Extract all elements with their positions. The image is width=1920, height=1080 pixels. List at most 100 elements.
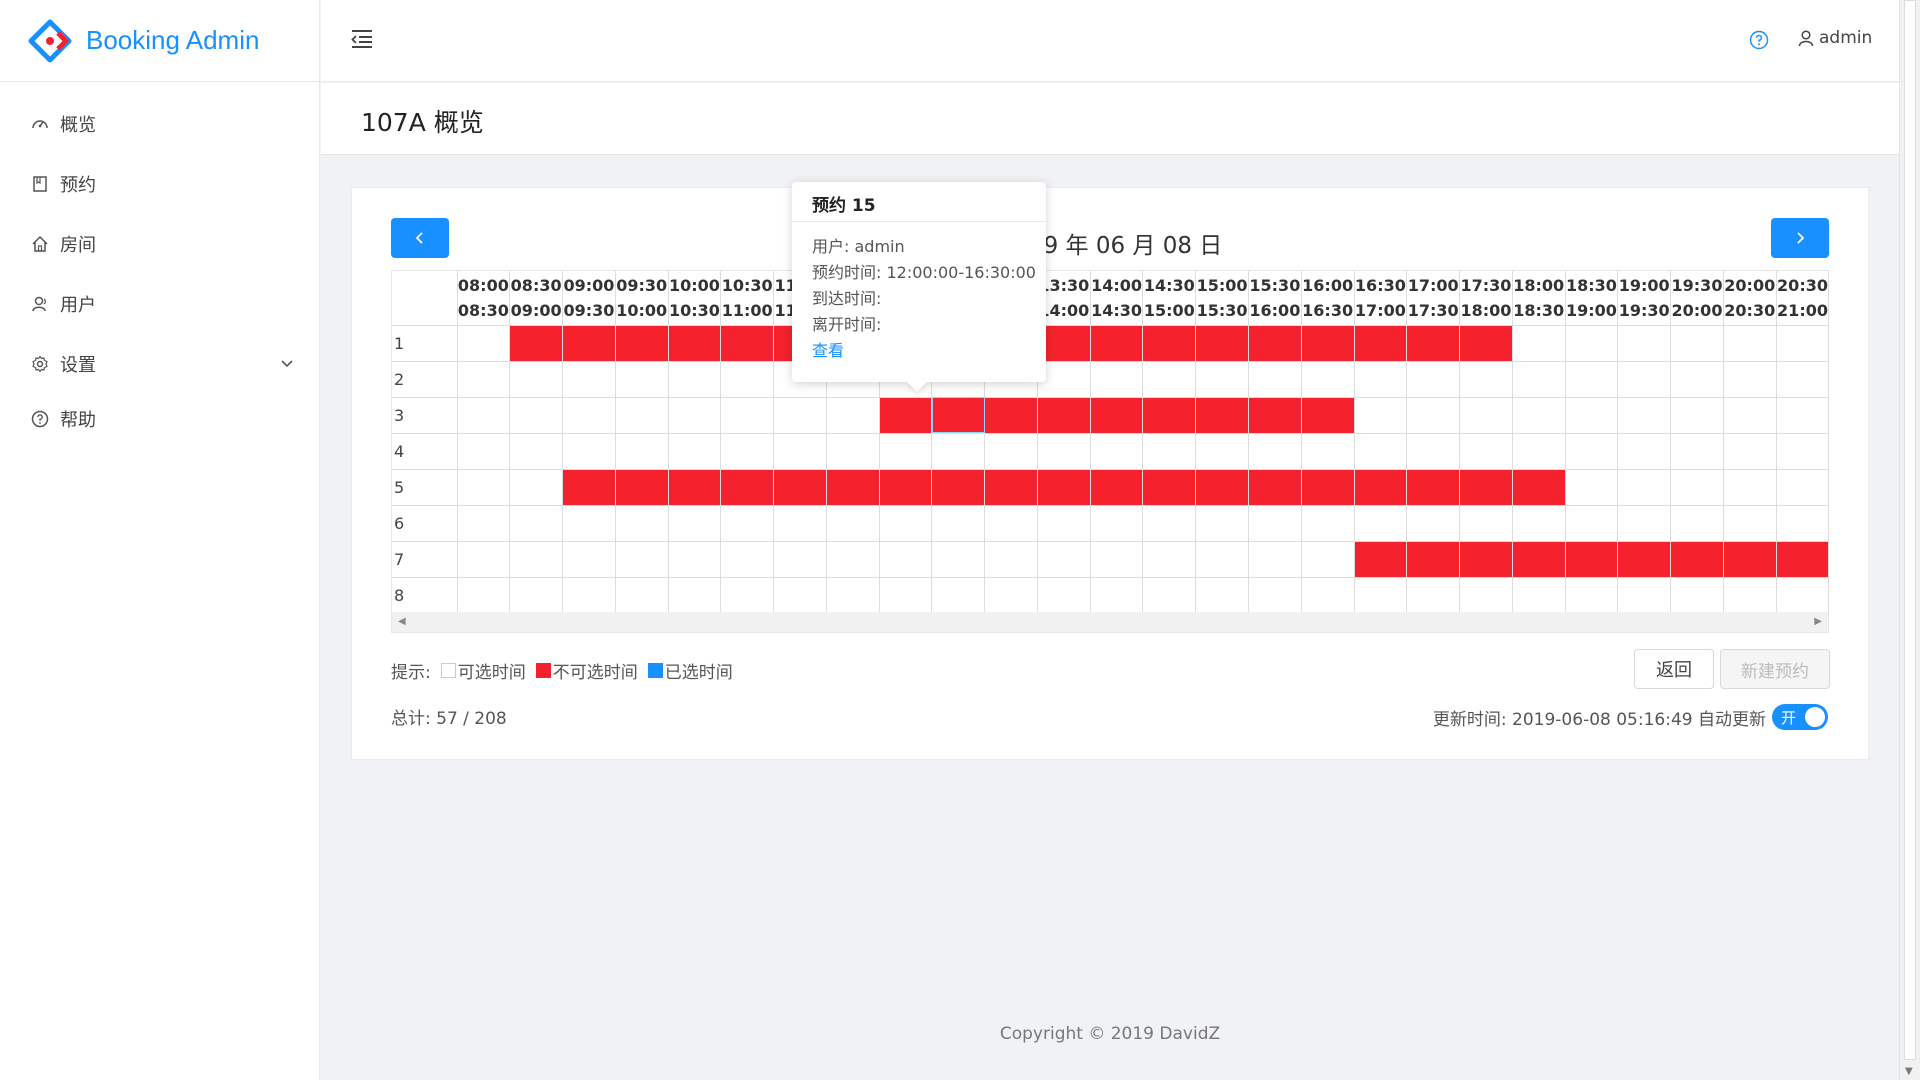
time-cell-free[interactable] [1459, 397, 1513, 434]
time-cell-free[interactable] [1090, 361, 1144, 398]
time-cell-free[interactable] [1617, 325, 1672, 362]
time-cell-busy[interactable] [1565, 541, 1619, 578]
time-cell-free[interactable] [1670, 433, 1724, 470]
time-cell-free[interactable] [457, 505, 511, 542]
time-cell-free[interactable] [1776, 505, 1830, 542]
time-cell-free[interactable] [1301, 433, 1355, 470]
time-cell-free[interactable] [457, 397, 511, 434]
time-cell-free[interactable] [1565, 397, 1619, 434]
time-cell-busy[interactable] [615, 469, 669, 506]
time-cell-busy[interactable] [1195, 469, 1249, 506]
time-cell-free[interactable] [773, 433, 827, 470]
time-cell-free[interactable] [720, 577, 775, 614]
time-cell-free[interactable] [1142, 433, 1197, 470]
time-cell-free[interactable] [1565, 577, 1619, 614]
time-cell-free[interactable] [509, 361, 564, 398]
time-cell-free[interactable] [826, 397, 880, 434]
time-cell-free[interactable] [1723, 433, 1777, 470]
time-cell-free[interactable] [1776, 577, 1830, 614]
time-cell-free[interactable] [457, 469, 511, 506]
sidebar-item-settings[interactable]: 设置 [0, 334, 319, 394]
time-cell-free[interactable] [1512, 361, 1566, 398]
time-cell-free[interactable] [1512, 505, 1566, 542]
time-cell-free[interactable] [1195, 577, 1249, 614]
time-cell-free[interactable] [1459, 433, 1513, 470]
time-cell-free[interactable] [984, 433, 1038, 470]
time-cell-free[interactable] [1037, 541, 1091, 578]
time-cell-free[interactable] [1776, 397, 1830, 434]
time-cell-free[interactable] [1670, 397, 1724, 434]
time-cell-free[interactable] [1037, 433, 1091, 470]
time-cell-free[interactable] [562, 541, 616, 578]
time-cell-free[interactable] [1723, 361, 1777, 398]
time-cell-free[interactable] [1617, 361, 1672, 398]
time-cell-free[interactable] [457, 577, 511, 614]
time-cell-free[interactable] [1354, 433, 1408, 470]
time-cell-free[interactable] [1248, 541, 1302, 578]
time-cell-busy[interactable] [1459, 469, 1513, 506]
time-cell-busy[interactable] [1723, 541, 1777, 578]
time-cell-busy[interactable] [1248, 325, 1302, 362]
time-cell-free[interactable] [562, 505, 616, 542]
time-cell-free[interactable] [1565, 361, 1619, 398]
time-cell-busy[interactable] [1670, 541, 1724, 578]
time-cell-free[interactable] [562, 361, 616, 398]
time-cell-busy[interactable] [773, 469, 827, 506]
time-cell-free[interactable] [1565, 433, 1619, 470]
time-cell-busy[interactable] [931, 397, 986, 434]
time-cell-busy[interactable] [1354, 541, 1408, 578]
time-cell-free[interactable] [1406, 397, 1461, 434]
time-cell-free[interactable] [457, 541, 511, 578]
time-cell-busy[interactable] [1195, 397, 1249, 434]
time-cell-free[interactable] [457, 361, 511, 398]
popover-view-link[interactable]: 查看 [812, 338, 1046, 364]
time-cell-busy[interactable] [1301, 469, 1355, 506]
time-cell-free[interactable] [1090, 541, 1144, 578]
time-cell-free[interactable] [984, 577, 1038, 614]
time-cell-busy[interactable] [984, 397, 1038, 434]
time-cell-free[interactable] [668, 577, 722, 614]
time-cell-free[interactable] [1512, 397, 1566, 434]
time-cell-free[interactable] [1301, 577, 1355, 614]
time-cell-free[interactable] [1670, 325, 1724, 362]
time-cell-free[interactable] [1090, 505, 1144, 542]
scroll-right-icon[interactable]: ▶ [1814, 616, 1822, 627]
sidebar-item-rooms[interactable]: 房间 [0, 214, 319, 274]
time-cell-busy[interactable] [1037, 469, 1091, 506]
time-cell-free[interactable] [1090, 433, 1144, 470]
time-cell-free[interactable] [509, 505, 564, 542]
time-cell-free[interactable] [1617, 397, 1672, 434]
time-cell-free[interactable] [931, 541, 986, 578]
time-cell-busy[interactable] [1142, 397, 1197, 434]
time-cell-free[interactable] [1565, 505, 1619, 542]
time-cell-busy[interactable] [720, 469, 775, 506]
time-cell-free[interactable] [615, 433, 669, 470]
time-cell-free[interactable] [1459, 361, 1513, 398]
time-cell-busy[interactable] [1090, 469, 1144, 506]
time-cell-free[interactable] [615, 577, 669, 614]
user-menu[interactable]: admin [1797, 28, 1872, 48]
back-button[interactable]: 返回 [1634, 649, 1714, 689]
time-cell-free[interactable] [1248, 577, 1302, 614]
time-cell-free[interactable] [826, 577, 880, 614]
time-cell-free[interactable] [457, 325, 511, 362]
time-cell-free[interactable] [773, 505, 827, 542]
time-cell-free[interactable] [1037, 505, 1091, 542]
time-cell-free[interactable] [773, 397, 827, 434]
time-cell-busy[interactable] [1142, 469, 1197, 506]
time-cell-free[interactable] [1512, 577, 1566, 614]
time-cell-busy[interactable] [1354, 469, 1408, 506]
time-cell-busy[interactable] [1459, 541, 1513, 578]
time-cell-free[interactable] [615, 505, 669, 542]
time-cell-free[interactable] [615, 361, 669, 398]
time-cell-free[interactable] [1776, 361, 1830, 398]
time-cell-free[interactable] [1301, 541, 1355, 578]
time-cell-busy[interactable] [931, 469, 986, 506]
time-cell-busy[interactable] [615, 325, 669, 362]
time-cell-busy[interactable] [1090, 397, 1144, 434]
time-cell-free[interactable] [773, 541, 827, 578]
time-cell-free[interactable] [720, 433, 775, 470]
time-cell-busy[interactable] [720, 325, 775, 362]
time-cell-free[interactable] [457, 433, 511, 470]
time-cell-busy[interactable] [879, 469, 933, 506]
